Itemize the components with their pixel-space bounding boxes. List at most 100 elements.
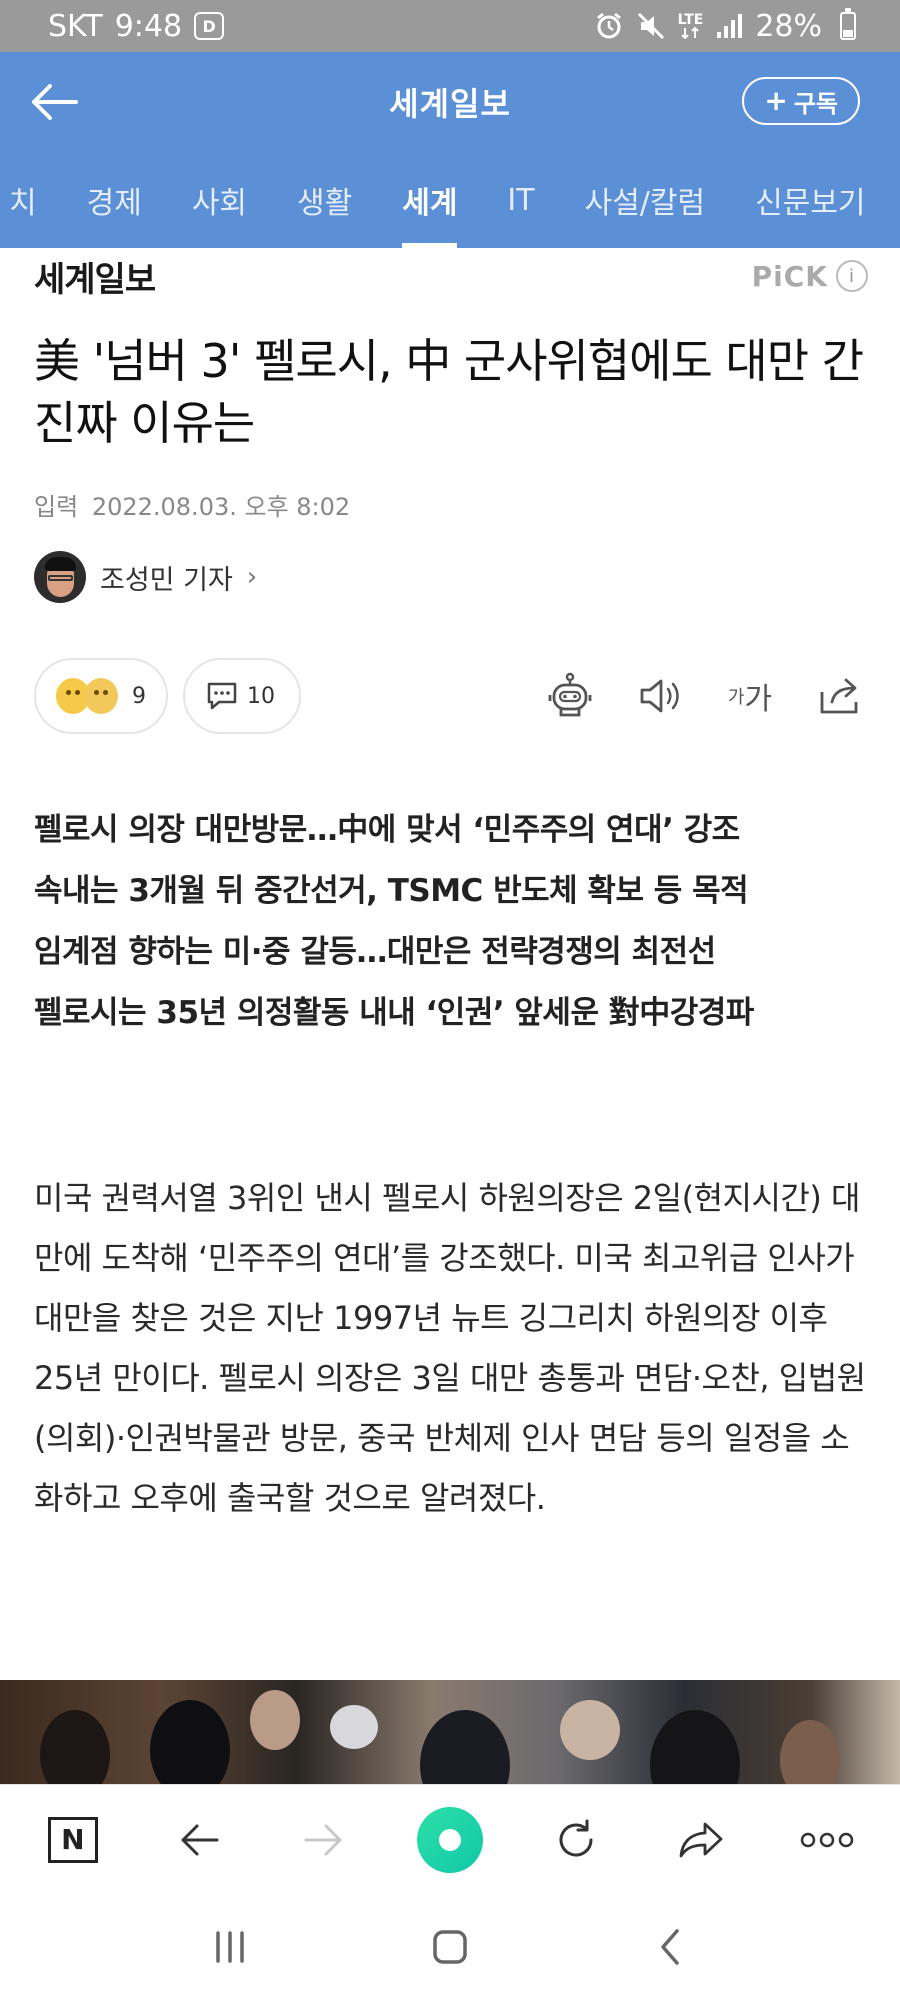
more-button[interactable] [792, 1805, 862, 1875]
robot-icon [548, 672, 592, 717]
share-button[interactable] [812, 668, 868, 724]
photo-figure [150, 1700, 230, 1784]
category-tabs: 치 경제 사회 생활 세계 IT 사설/칼럼 신문보기 [0, 152, 900, 248]
text-to-speech-button[interactable] [632, 668, 688, 724]
article-photo [0, 1680, 900, 1784]
photo-figure [330, 1705, 378, 1749]
subscribe-label: 구독 [793, 89, 838, 118]
arrow-left-icon [32, 84, 78, 120]
summary-line: 펠로시 의장 대만방문…中에 맞서 ‘민주주의 연대’ 강조 [34, 812, 740, 848]
green-dot-inner [438, 1828, 461, 1851]
mute-icon [636, 11, 666, 41]
summary-line: 속내는 3개월 뒤 중간선거, TSMC 반도체 확보 등 목적 [34, 873, 749, 909]
action-row: 9 10 가가 [34, 656, 868, 736]
refresh-button[interactable] [541, 1805, 611, 1875]
share-icon [820, 678, 858, 714]
photo-figure [650, 1710, 740, 1784]
avatar-glasses [48, 575, 73, 581]
share-page-button[interactable] [666, 1805, 736, 1875]
network-label: LTE [677, 12, 704, 28]
lte-icon: LTE [677, 12, 704, 39]
tab-5[interactable]: IT [482, 152, 559, 248]
reporter-link[interactable]: 조성민 기자 › [34, 550, 257, 604]
photo-figure [560, 1700, 620, 1760]
app-notification-icon: D [194, 12, 225, 40]
chevron-right-icon: › [246, 562, 258, 592]
comment-button[interactable]: 10 [183, 658, 301, 734]
reaction-button[interactable]: 9 [34, 658, 168, 734]
press-logo[interactable]: 세계일보 [34, 252, 156, 301]
browser-toolbar: N [0, 1784, 900, 1894]
article-summary: 펠로시 의장 대만방문…中에 맞서 ‘민주주의 연대’ 강조속내는 3개월 뒤 … [34, 800, 874, 1044]
system-back-button[interactable] [635, 1912, 705, 1982]
speaker-icon [640, 679, 679, 713]
comment-icon [207, 682, 237, 710]
reporter-name: 조성민 기자 [100, 564, 233, 596]
signal-icon [715, 12, 743, 40]
tab-3[interactable]: 생활 [272, 152, 377, 248]
date-prefix: 입력 [34, 493, 79, 521]
recent-apps-icon [216, 1931, 244, 1963]
recent-apps-button[interactable] [195, 1912, 265, 1982]
tab-7[interactable]: 신문보기 [730, 152, 890, 248]
battery-fill [843, 30, 853, 37]
summary-line: 임계점 향하는 미·중 갈등…대만은 전략경쟁의 최전선 [34, 934, 716, 970]
alarm-icon [594, 11, 624, 41]
chevron-left-icon [661, 1929, 679, 1965]
plus-icon: + [764, 84, 788, 117]
refresh-icon [559, 1819, 593, 1856]
browser-forward-button[interactable] [289, 1805, 359, 1875]
tool-icons: 가가 [542, 666, 868, 726]
comment-count: 10 [247, 683, 275, 709]
tab-2[interactable]: 사회 [167, 152, 272, 248]
green-dot-button[interactable] [415, 1805, 485, 1875]
battery-icon [840, 8, 856, 40]
app-header: 세계일보 + 구독 [0, 52, 900, 152]
summary-line: 펠로시는 35년 의정활동 내내 ‘인권’ 앞세운 對中강경파 [34, 995, 754, 1031]
font-size-small-label: 가 [727, 687, 745, 708]
naver-home-button[interactable]: N [38, 1805, 108, 1875]
avatar [34, 551, 86, 603]
photo-figure [420, 1710, 510, 1784]
summary-bot-button[interactable] [542, 668, 598, 724]
pick-label: PiCK [751, 259, 828, 293]
avatar-hair [45, 557, 76, 571]
battery-percent: 28% [755, 8, 822, 44]
cheer-emoji-icon [84, 678, 118, 714]
article-headline: 美 '넘버 3' 펠로시, 中 군사위협에도 대만 간 진짜 이유는 [34, 334, 864, 450]
tab-6[interactable]: 사설/칼럼 [560, 152, 731, 248]
status-right: LTE 28% [594, 8, 856, 44]
arrow-right-icon [304, 1824, 342, 1855]
font-size-button[interactable]: 가가 [722, 668, 778, 724]
subscribe-button[interactable]: + 구독 [742, 77, 860, 125]
page-title: 세계일보 [389, 85, 511, 123]
info-icon[interactable]: i [836, 260, 868, 292]
photo-figure [40, 1710, 110, 1784]
forward-share-icon [679, 1822, 723, 1857]
tab-4[interactable]: 세계 [377, 152, 482, 248]
status-bar: SKT 9:48 D LTE 28% [0, 0, 900, 52]
back-button[interactable] [28, 78, 84, 126]
reaction-count: 9 [132, 683, 146, 709]
green-dot-icon [416, 1806, 483, 1873]
date-value: 2022.08.03. 오후 8:02 [91, 493, 351, 521]
carrier-label: SKT [48, 8, 103, 44]
home-button[interactable] [415, 1912, 485, 1982]
press-row: 세계일보 PiCK i [34, 252, 868, 301]
tab-1[interactable]: 경제 [62, 152, 167, 248]
status-left: SKT 9:48 D [48, 8, 225, 44]
n-logo-icon: N [47, 1816, 98, 1863]
arrow-left-icon [181, 1824, 219, 1855]
more-dots-icon [800, 1832, 854, 1847]
tab-0[interactable]: 치 [0, 152, 62, 248]
browser-back-button[interactable] [164, 1805, 234, 1875]
time-label: 9:48 [114, 8, 183, 44]
article-body: 미국 권력서열 3위인 낸시 펠로시 하원의장은 2일(현지시간) 대만에 도착… [34, 1179, 866, 1517]
font-size-large-label: 가 [744, 682, 773, 717]
home-icon [433, 1930, 467, 1964]
article-date: 입력 2022.08.03. 오후 8:02 [34, 487, 350, 522]
tabs-list: 치 경제 사회 생활 세계 IT 사설/칼럼 신문보기 [0, 152, 891, 248]
photo-figure [780, 1720, 840, 1784]
system-nav-bar [0, 1894, 900, 2000]
pick-badge[interactable]: PiCK i [752, 260, 868, 293]
